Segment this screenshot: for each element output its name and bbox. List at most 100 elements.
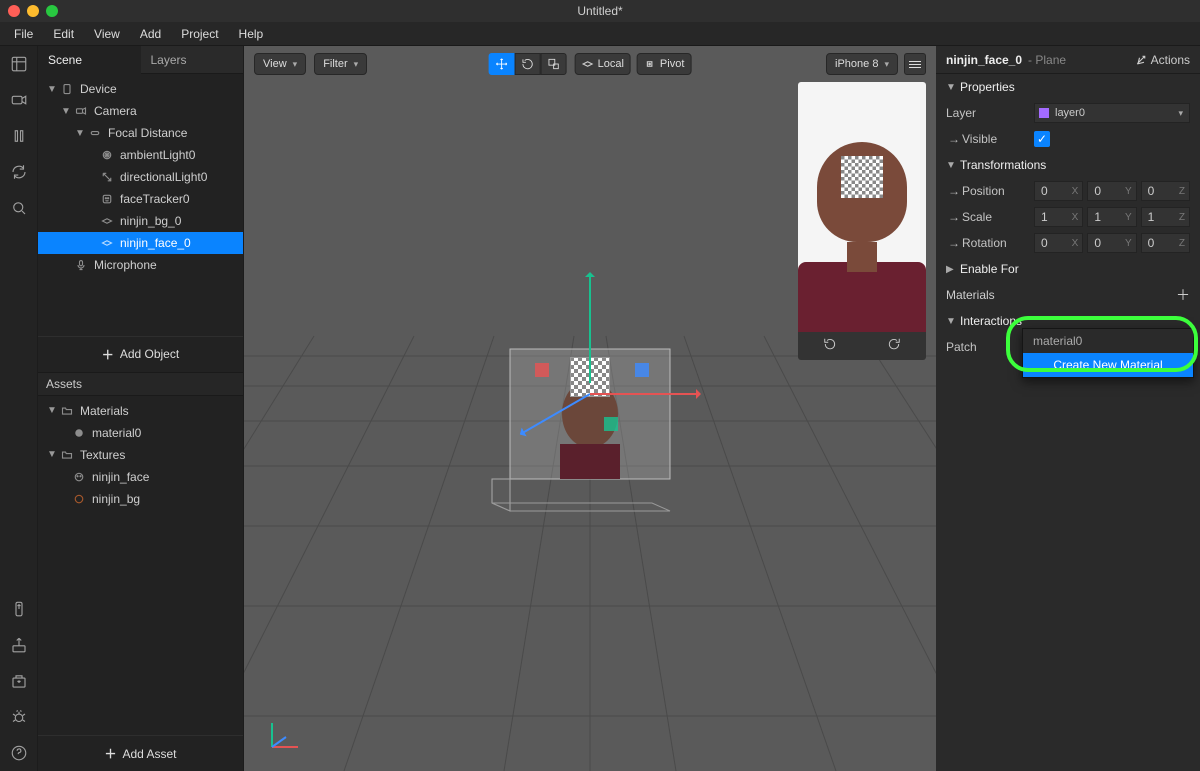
- pause-icon[interactable]: [7, 124, 31, 148]
- library-icon[interactable]: [7, 669, 31, 693]
- assets-tree: ▼Materials material0 ▼Textures ninjin_fa…: [38, 396, 243, 735]
- layout-icon[interactable]: [7, 52, 31, 76]
- node-label: Device: [80, 82, 117, 96]
- filter-dropdown[interactable]: Filter▾: [314, 53, 367, 75]
- position-x-input[interactable]: 0X: [1034, 181, 1083, 201]
- viewport-3d[interactable]: View▾ Filter▾ Local Pivot iPhone 8▾: [244, 46, 936, 771]
- preview-pause-icon[interactable]: [887, 337, 901, 356]
- local-toggle[interactable]: Local: [575, 53, 631, 75]
- assets-textures-folder[interactable]: ▼Textures: [38, 444, 243, 466]
- material-option-material0[interactable]: material0: [1023, 329, 1193, 353]
- manipulator-tool-group: [489, 53, 567, 75]
- section-enable-for[interactable]: ▶Enable For: [936, 256, 1200, 282]
- visible-checkbox[interactable]: ✓: [1034, 131, 1050, 147]
- preview-canvas[interactable]: [798, 82, 926, 332]
- preview-options-icon[interactable]: [904, 53, 926, 75]
- tab-layers[interactable]: Layers: [141, 46, 244, 74]
- scale-z-input[interactable]: 1Z: [1141, 207, 1190, 227]
- add-object-button[interactable]: ＋Add Object: [38, 336, 243, 372]
- menu-edit[interactable]: Edit: [43, 24, 84, 44]
- node-label: faceTracker0: [120, 192, 190, 206]
- device-dropdown[interactable]: iPhone 8▾: [826, 53, 898, 75]
- layer-select[interactable]: layer0▾: [1034, 103, 1190, 123]
- help-icon[interactable]: [7, 741, 31, 765]
- menu-project[interactable]: Project: [171, 24, 228, 44]
- rotate-tool[interactable]: [515, 53, 541, 75]
- microphone-icon: [74, 258, 88, 272]
- yz-plane-handle[interactable]: [535, 363, 549, 377]
- material-icon: [72, 426, 86, 440]
- scale-y-input[interactable]: 1Y: [1087, 207, 1136, 227]
- scene-hierarchy: ▼Device ▼Camera ▼Focal Distance ambientL…: [38, 74, 243, 336]
- camera-icon[interactable]: [7, 88, 31, 112]
- scene-node-ninjin-bg[interactable]: ninjin_bg_0: [38, 210, 243, 232]
- scene-node-ninjin-face[interactable]: ninjin_face_0: [38, 232, 243, 254]
- move-tool[interactable]: [489, 53, 515, 75]
- scene-node-device[interactable]: ▼Device: [38, 78, 243, 100]
- scene-node-focal[interactable]: ▼Focal Distance: [38, 122, 243, 144]
- menu-help[interactable]: Help: [229, 24, 274, 44]
- plane-icon: [100, 236, 114, 250]
- xz-plane-handle[interactable]: [604, 417, 618, 431]
- node-label: ninjin_face: [92, 470, 149, 484]
- view-label: View: [263, 58, 287, 70]
- xy-plane-handle[interactable]: [635, 363, 649, 377]
- preview-restart-icon[interactable]: [823, 337, 837, 356]
- scene-node-camera[interactable]: ▼Camera: [38, 100, 243, 122]
- search-icon[interactable]: [7, 196, 31, 220]
- enable-for-label: Enable For: [960, 262, 1019, 276]
- node-label: Microphone: [94, 258, 157, 272]
- create-new-material-button[interactable]: Create New Material: [1023, 353, 1193, 377]
- rotation-y-input[interactable]: 0Y: [1087, 233, 1136, 253]
- tab-scene[interactable]: Scene: [38, 46, 141, 74]
- folder-icon: [60, 448, 74, 462]
- device-icon: [60, 82, 74, 96]
- export-icon[interactable]: [7, 633, 31, 657]
- rotation-x-input[interactable]: 0X: [1034, 233, 1083, 253]
- transformations-label: Transformations: [960, 158, 1046, 172]
- rotation-arrow-icon[interactable]: →: [946, 235, 962, 251]
- view-dropdown[interactable]: View▾: [254, 53, 306, 75]
- position-arrow-icon[interactable]: →: [946, 183, 962, 199]
- refresh-icon[interactable]: [7, 160, 31, 184]
- send-to-device-icon[interactable]: [7, 597, 31, 621]
- y-axis-arrow[interactable]: [589, 273, 591, 383]
- assets-materials-folder[interactable]: ▼Materials: [38, 400, 243, 422]
- scene-node-facetracker[interactable]: faceTracker0: [38, 188, 243, 210]
- assets-header: Assets: [38, 372, 243, 396]
- section-properties[interactable]: ▼Properties: [936, 74, 1200, 100]
- node-label: Camera: [94, 104, 137, 118]
- section-transformations[interactable]: ▼Transformations: [936, 152, 1200, 178]
- bug-icon[interactable]: [7, 705, 31, 729]
- scene-node-ambient[interactable]: ambientLight0: [38, 144, 243, 166]
- position-z-input[interactable]: 0Z: [1141, 181, 1190, 201]
- visible-label: Visible: [962, 132, 1034, 146]
- menu-add[interactable]: Add: [130, 24, 171, 44]
- actions-button[interactable]: Actions: [1135, 53, 1190, 67]
- add-asset-button[interactable]: ＋Add Asset: [38, 735, 243, 771]
- scene-content[interactable]: [450, 279, 730, 539]
- scale-tool[interactable]: [541, 53, 567, 75]
- menu-view[interactable]: View: [84, 24, 130, 44]
- folder-icon: [60, 404, 74, 418]
- left-tool-strip: [0, 46, 38, 771]
- assets-ninjin-face[interactable]: ninjin_face: [38, 466, 243, 488]
- scene-node-directional[interactable]: directionalLight0: [38, 166, 243, 188]
- face-tracker-icon: [100, 192, 114, 206]
- rotation-z-input[interactable]: 0Z: [1141, 233, 1190, 253]
- x-axis-arrow[interactable]: [590, 393, 700, 395]
- scene-node-mic[interactable]: Microphone: [38, 254, 243, 276]
- add-material-button[interactable]: ＋: [1176, 285, 1190, 305]
- axis-gizmo[interactable]: [264, 715, 304, 755]
- visible-arrow-icon[interactable]: →: [946, 131, 962, 147]
- scale-arrow-icon[interactable]: →: [946, 209, 962, 225]
- material-popup-menu: material0 Create New Material: [1022, 328, 1194, 378]
- scale-x-input[interactable]: 1X: [1034, 207, 1083, 227]
- menu-file[interactable]: File: [4, 24, 43, 44]
- assets-material0[interactable]: material0: [38, 422, 243, 444]
- patch-label: Patch: [946, 340, 1034, 354]
- pivot-toggle[interactable]: Pivot: [637, 53, 691, 75]
- position-y-input[interactable]: 0Y: [1087, 181, 1136, 201]
- directional-light-icon: [100, 170, 114, 184]
- assets-ninjin-bg[interactable]: ninjin_bg: [38, 488, 243, 510]
